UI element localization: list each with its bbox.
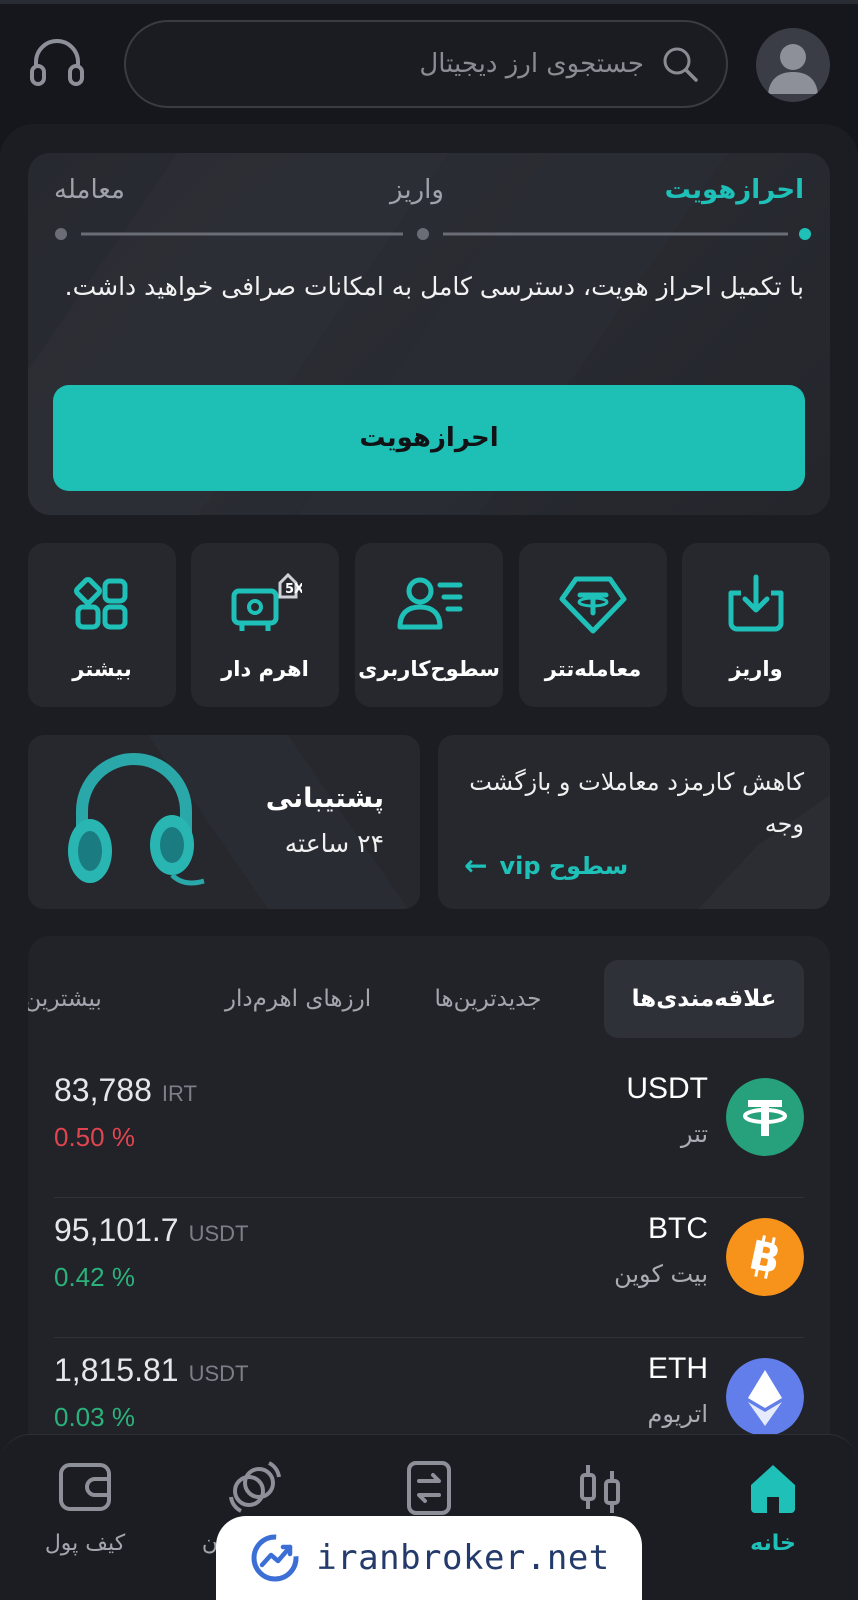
support-title: پشتیبانی [265, 783, 384, 814]
quick-action-leverage[interactable]: 5X اهرم دار [191, 543, 339, 707]
step-identity: احرازهویت [664, 175, 804, 205]
quick-action-tether[interactable]: معامله‌تتر [519, 543, 667, 707]
nav-label: کیف پول [44, 1531, 126, 1556]
nav-wallet[interactable]: کیف پول [20, 1457, 150, 1577]
site-watermark: iranbroker.net [216, 1516, 642, 1600]
usdt-coin-icon [726, 1078, 804, 1156]
price-unit: USDT [188, 1221, 249, 1246]
coin-name: تتر [680, 1120, 708, 1148]
verify-identity-button[interactable]: احرازهویت [53, 385, 805, 491]
coin-row-btc[interactable]: B BTC بیت کوین 95,101.7 USDT 0.42 % [54, 1198, 804, 1338]
coin-name: اتریوم [647, 1400, 708, 1428]
headphones-icon [68, 753, 205, 886]
quick-action-deposit[interactable]: واریز [682, 543, 830, 707]
price-value: 83,788 [54, 1072, 152, 1108]
coin-name: بیت کوین [614, 1260, 708, 1288]
coin-price: 95,101.7 USDT [54, 1212, 248, 1249]
coin-change: 0.03 % [54, 1402, 135, 1432]
quick-action-label: بیشتر [72, 657, 132, 681]
price-unit: IRT [161, 1081, 197, 1106]
coin-price: 83,788 IRT [54, 1072, 197, 1109]
kyc-card: احرازهویت واریز معامله با تکمیل احراز هو… [28, 153, 830, 515]
quick-action-label: واریز [729, 657, 783, 681]
kyc-description: با تکمیل احراز هویت، دسترسی کامل به امکا… [64, 272, 804, 301]
deposit-icon [728, 574, 784, 632]
vip-link-label: سطوح vip [499, 851, 629, 880]
support-promo-card[interactable]: پشتیبانی ۲۴ ساعته [28, 735, 420, 909]
tether-icon [559, 576, 627, 634]
quick-action-label: سطوح‌کاربری [358, 657, 500, 681]
quick-action-more[interactable]: بیشتر [28, 543, 176, 707]
quick-action-user-levels[interactable]: سطوح‌کاربری [355, 543, 503, 707]
coin-row-usdt[interactable]: USDT تتر 83,788 IRT 0.50 % [54, 1058, 804, 1198]
coin-change: 0.50 % [54, 1122, 135, 1152]
top-bar: جستجوی ارز دیجیتال [0, 20, 858, 110]
btc-coin-icon: B [726, 1218, 804, 1296]
broker-logo-icon [251, 1534, 299, 1582]
leverage-icon: 5X [231, 572, 302, 631]
coin-symbol: ETH [648, 1352, 708, 1385]
coin-symbol: USDT [626, 1072, 708, 1105]
vip-promo-card[interactable]: کاهش کارمزد معاملات و بازگشت وجه سطوح vi… [438, 735, 830, 909]
watermark-text: iranbroker.net [316, 1538, 610, 1578]
nav-label: خانه [750, 1531, 796, 1556]
kyc-progress-track [55, 228, 811, 240]
home-icon [751, 1465, 795, 1513]
candlestick-chart-icon [580, 1465, 620, 1513]
support-headset-icon[interactable] [28, 36, 86, 94]
eth-coin-icon [726, 1358, 804, 1436]
tab-most[interactable]: بیشترین ر [28, 960, 158, 1038]
price-value: 1,815.81 [54, 1352, 179, 1388]
price-value: 95,101.7 [54, 1212, 179, 1248]
step-deposit: واریز [390, 175, 444, 205]
tab-newest[interactable]: جدیدترین‌ها [398, 960, 578, 1038]
vip-description: کاهش کارمزد معاملات و بازگشت وجه [469, 768, 804, 838]
search-placeholder: جستجوی ارز دیجیتال [419, 49, 644, 79]
coin-symbol: BTC [648, 1212, 708, 1245]
tab-leveraged[interactable]: ارزهای اهرم‌دار [208, 960, 388, 1038]
svg-text:5X: 5X [285, 582, 302, 597]
step-trade: معامله [54, 175, 125, 205]
user-levels-icon [397, 577, 463, 630]
arrow-left-icon: ← [464, 849, 488, 882]
status-divider [0, 0, 858, 4]
user-avatar-icon [768, 44, 818, 94]
quick-action-label: معامله‌تتر [544, 657, 642, 681]
exchange-icon [407, 1461, 451, 1515]
search-input[interactable]: جستجوی ارز دیجیتال [124, 20, 728, 108]
market-tabs: علاقه‌مندی‌ها جدیدترین‌ها ارزهای اهرم‌دا… [28, 960, 830, 1038]
tab-most-label: بیشترین ر [28, 986, 102, 1012]
price-unit: USDT [188, 1361, 249, 1386]
vip-levels-link[interactable]: سطوح vip ← [464, 849, 628, 882]
wallet-icon [59, 1463, 111, 1511]
kyc-steps: احرازهویت واریز معامله [28, 175, 830, 215]
quick-action-label: اهرم دار [221, 657, 309, 681]
search-icon [663, 47, 698, 82]
more-icon [74, 577, 128, 630]
support-hours: ۲۴ ساعته [284, 829, 384, 858]
avatar[interactable] [756, 28, 830, 102]
nav-home[interactable]: خانه [708, 1457, 838, 1577]
coin-change: 0.42 % [54, 1262, 135, 1292]
coin-price: 1,815.81 USDT [54, 1352, 248, 1389]
tab-favorites[interactable]: علاقه‌مندی‌ها [604, 960, 804, 1038]
convert-coins-icon [229, 1461, 281, 1513]
